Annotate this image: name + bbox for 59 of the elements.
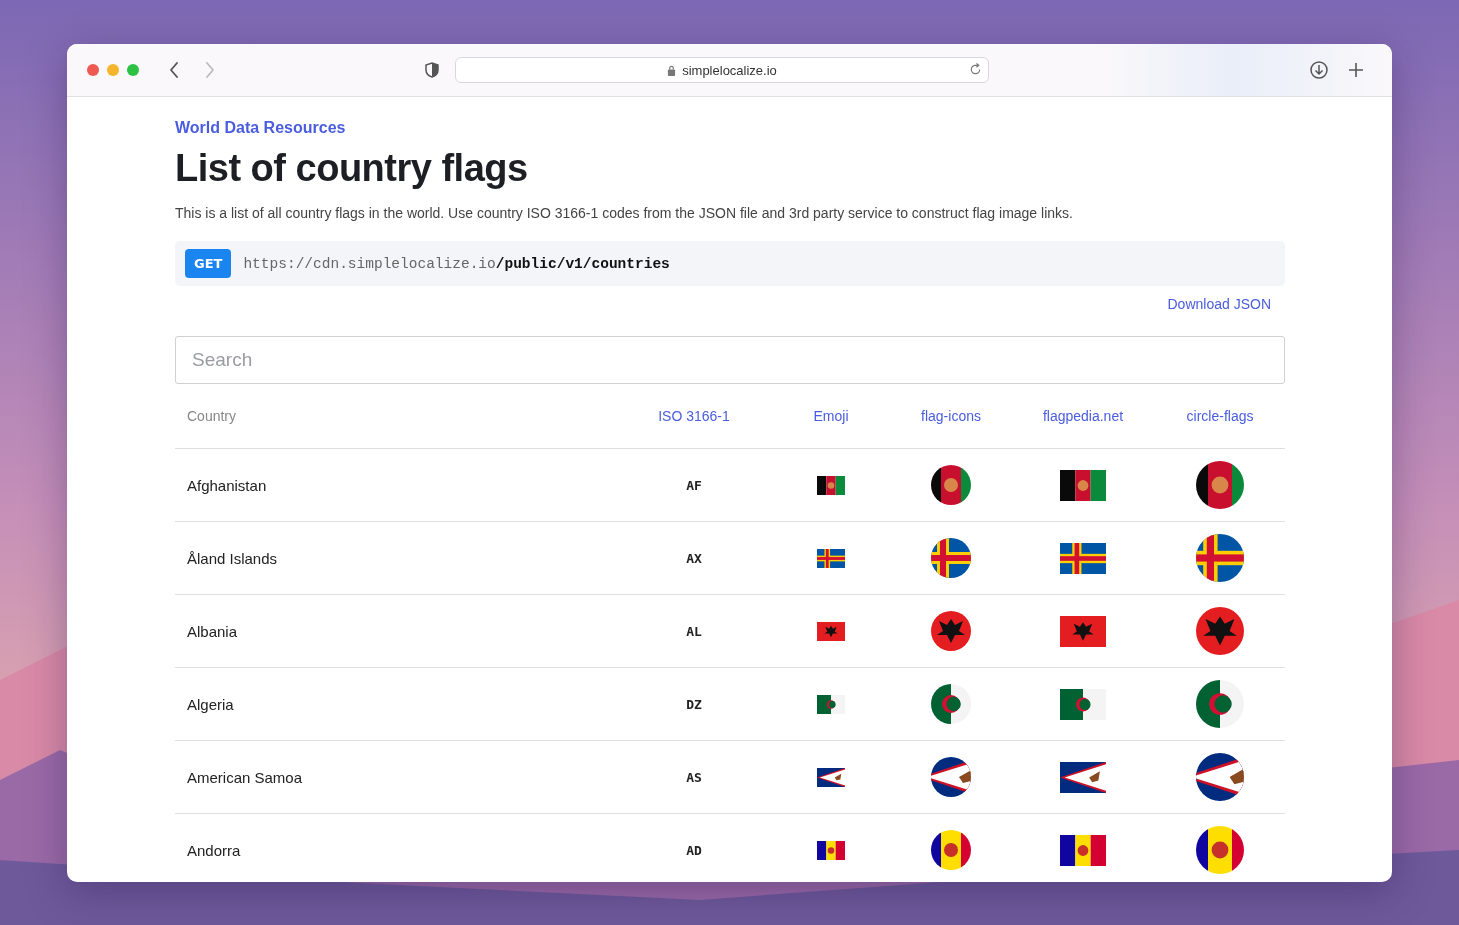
flag-icon: [931, 757, 971, 797]
method-badge: GET: [185, 249, 232, 278]
flag-icon: [1060, 469, 1106, 501]
flag-icon: [1060, 761, 1106, 793]
back-icon[interactable]: [169, 62, 179, 78]
address-bar[interactable]: simplelocalize.io: [455, 57, 989, 83]
flag-icon: [931, 830, 971, 870]
download-link[interactable]: Download JSON: [1167, 296, 1271, 312]
flag-icon: [1060, 615, 1106, 647]
page-description: This is a list of all country flags in the world. Use country ISO 3166-1 codes from the JSON file and 3rd party service to construct flag image links.: [175, 205, 1074, 221]
country-name: Albania: [187, 622, 238, 640]
iso-code: AS: [686, 769, 702, 785]
flag-icon: [931, 611, 971, 651]
iso-code: AF: [686, 477, 702, 493]
flag-icon: [931, 684, 971, 724]
flag-icon: [1196, 826, 1244, 874]
flag-icon: [817, 475, 845, 495]
column-header-link[interactable]: ISO 3166-1: [658, 408, 730, 424]
download-icon[interactable]: [1309, 60, 1329, 80]
flag-icon: [1196, 461, 1244, 509]
endpoint-url: https://cdn.simplelocalize.io/public/v1/countries: [243, 255, 670, 272]
iso-code: AD: [686, 842, 702, 858]
flag-icon: [931, 465, 971, 505]
iso-code: AL: [686, 623, 702, 639]
column-header: Country: [187, 408, 237, 424]
flag-icon: [931, 538, 971, 578]
breadcrumb-link[interactable]: World Data Resources: [175, 119, 346, 137]
page-title: List of country flags: [175, 146, 529, 190]
country-name: Åland Islands: [187, 549, 278, 567]
flag-icon: [1060, 834, 1106, 866]
country-name: Afghanistan: [187, 476, 267, 494]
country-name: Andorra: [187, 841, 241, 859]
flag-icon: [1196, 534, 1244, 582]
search-field[interactable]: Search: [175, 336, 1285, 384]
flag-icon: [817, 694, 845, 714]
address-text: simplelocalize.io: [682, 62, 777, 78]
column-header-link[interactable]: flagpedia.net: [1042, 408, 1124, 424]
column-header-link[interactable]: flag-icons: [921, 408, 981, 424]
shield-icon[interactable]: [425, 62, 439, 78]
zoom-icon[interactable]: [127, 64, 139, 76]
flag-icon: [817, 621, 845, 641]
lock-icon: [667, 64, 677, 76]
iso-code: AX: [686, 550, 702, 566]
iso-code: DZ: [686, 696, 702, 712]
flag-icon: [1196, 607, 1244, 655]
flag-icon: [817, 767, 845, 787]
flag-icon: [1060, 688, 1106, 720]
new-tab-icon[interactable]: [1346, 60, 1366, 80]
close-icon[interactable]: [87, 64, 99, 76]
flag-icon: [1196, 753, 1244, 801]
column-header-link[interactable]: Emoji: [813, 408, 849, 424]
country-name: Algeria: [187, 695, 234, 713]
column-header-link[interactable]: circle-flags: [1186, 408, 1254, 424]
flag-icon: [817, 548, 845, 568]
reload-icon[interactable]: [969, 63, 982, 76]
flag-icon: [817, 840, 845, 860]
flag-icon: [1060, 542, 1106, 574]
country-name: American Samoa: [187, 768, 303, 786]
flag-icon: [1196, 680, 1244, 728]
